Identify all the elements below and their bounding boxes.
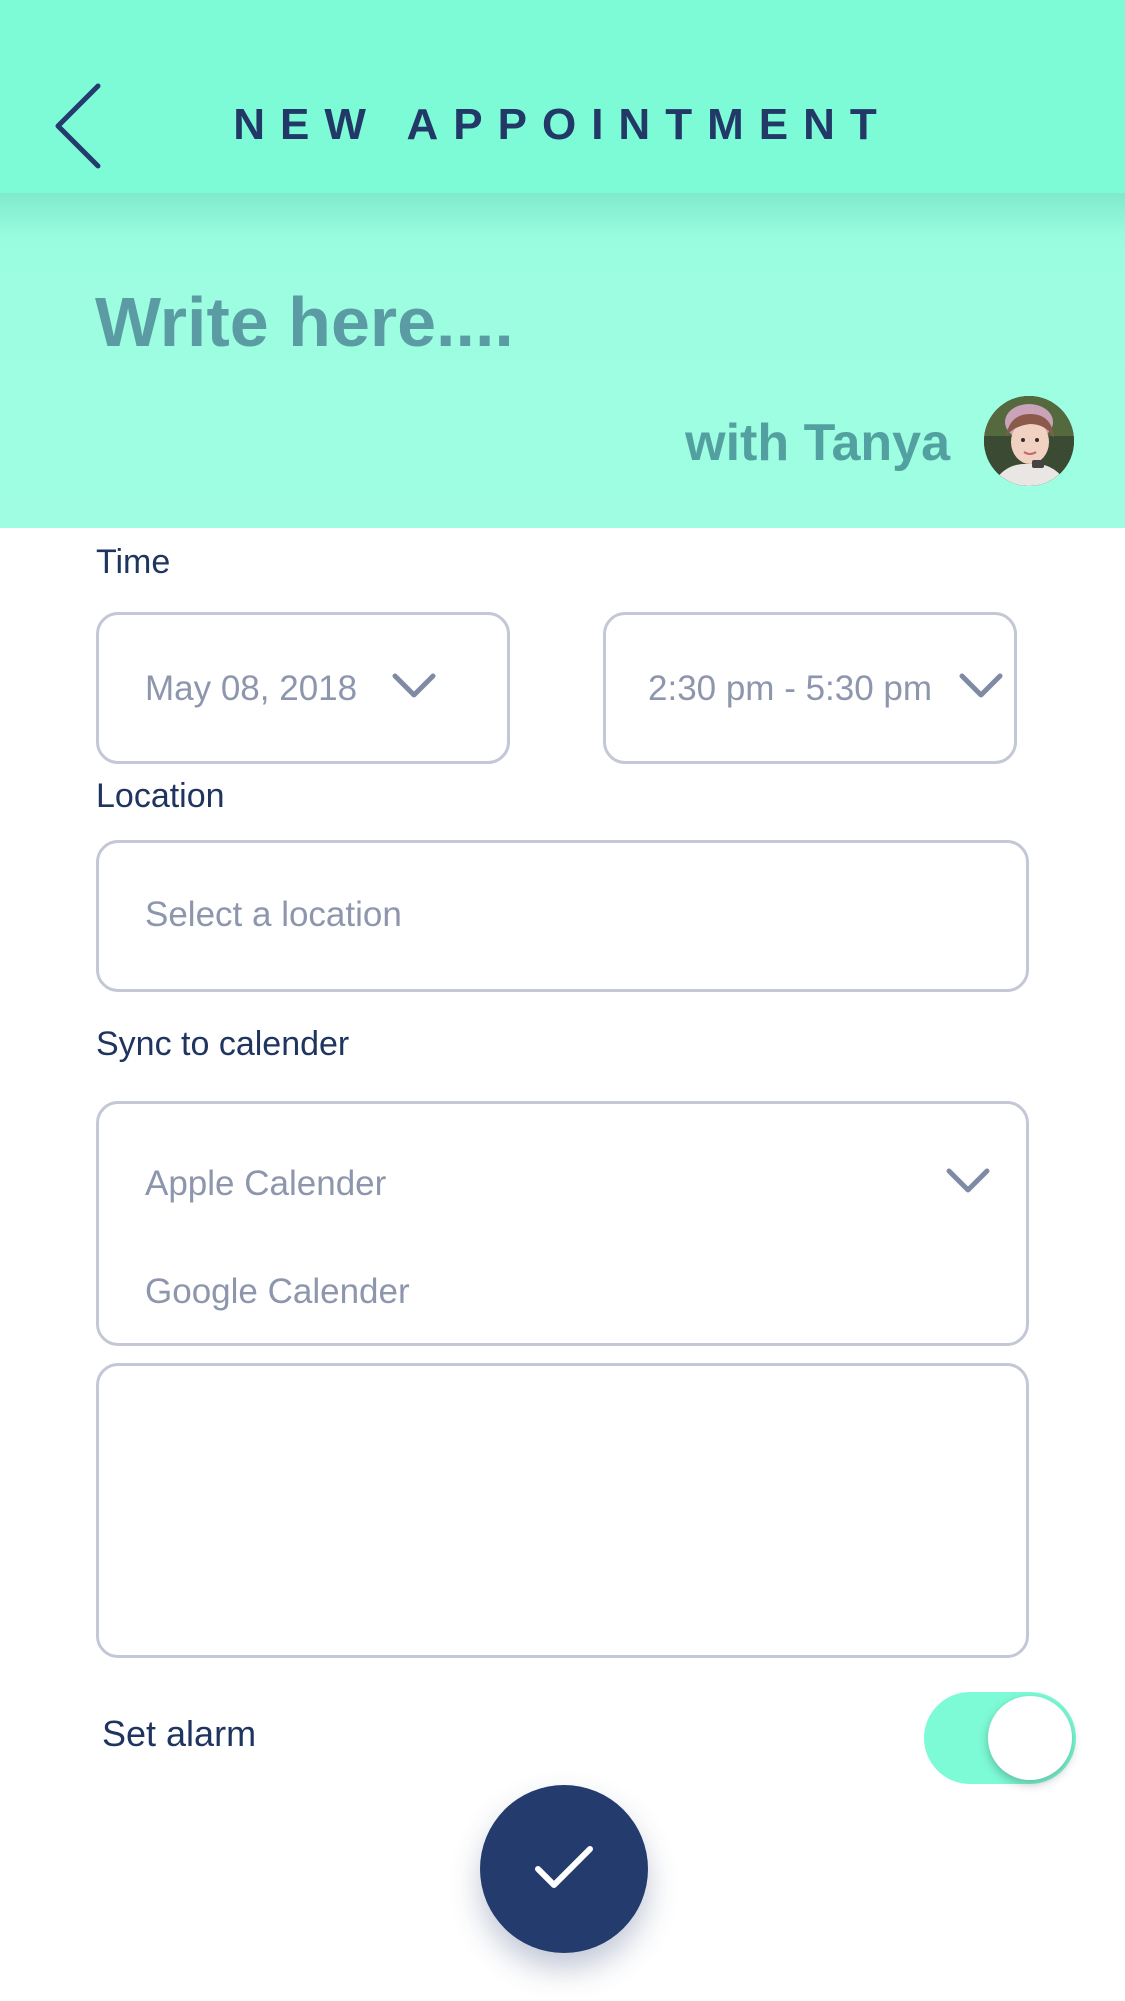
calendar-option-google[interactable]: Google Calender bbox=[145, 1272, 410, 1312]
set-alarm-label: Set alarm bbox=[102, 1713, 257, 1754]
location-placeholder: Select a location bbox=[145, 895, 402, 934]
toggle-knob bbox=[988, 1696, 1072, 1780]
header-shadow bbox=[0, 193, 1125, 233]
alarm-toggle[interactable] bbox=[924, 1692, 1076, 1784]
notes-textarea[interactable] bbox=[96, 1363, 1029, 1658]
confirm-button[interactable] bbox=[480, 1785, 648, 1953]
appointment-title-input[interactable] bbox=[95, 282, 895, 362]
with-contact-label: with Tanya bbox=[685, 414, 950, 472]
sync-calendar-label: Sync to calender bbox=[96, 1025, 350, 1063]
date-value: May 08, 2018 bbox=[145, 669, 358, 708]
chevron-down-icon bbox=[958, 671, 1004, 701]
calendar-option-apple[interactable]: Apple Calender bbox=[145, 1164, 386, 1204]
avatar-photo bbox=[984, 396, 1074, 486]
avatar[interactable] bbox=[984, 396, 1074, 486]
calendar-select[interactable]: Apple Calender Google Calender bbox=[96, 1101, 1029, 1346]
check-icon bbox=[535, 1846, 593, 1888]
chevron-down-icon bbox=[945, 1166, 991, 1196]
date-select[interactable]: May 08, 2018 bbox=[96, 612, 510, 764]
time-label: Time bbox=[96, 543, 171, 581]
time-range-select[interactable]: 2:30 pm - 5:30 pm bbox=[603, 612, 1017, 764]
location-input[interactable]: Select a location bbox=[96, 840, 1029, 992]
location-label: Location bbox=[96, 777, 225, 815]
time-range-value: 2:30 pm - 5:30 pm bbox=[648, 669, 933, 708]
chevron-down-icon bbox=[391, 671, 437, 701]
page-title: NEW APPOINTMENT bbox=[233, 100, 892, 149]
app-header: NEW APPOINTMENT bbox=[0, 0, 1125, 193]
